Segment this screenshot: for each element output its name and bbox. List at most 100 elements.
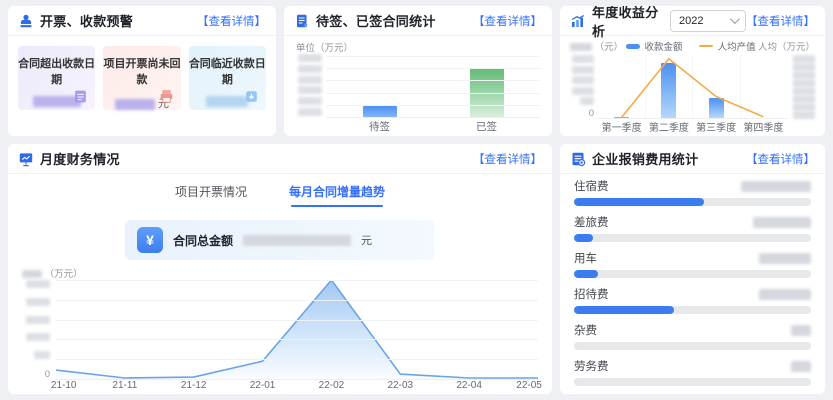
- expense-label: 劳务费: [574, 358, 609, 374]
- view-details-link[interactable]: 【查看详情】: [746, 151, 815, 167]
- x-label: 21-10: [51, 380, 77, 391]
- card-label: 项目开票尚未回款: [103, 55, 180, 87]
- contracts-chart: 单位（万元） 待签 已签: [284, 36, 552, 136]
- panel-header: 企业报销费用统计 【查看详情】: [560, 144, 825, 174]
- panel-header: 待签、已签合同统计 【查看详情】: [284, 6, 552, 36]
- panel-annual-analysis: 年度收益分析 2022 【查看详情】 （元） 收款金额 人均产值 人均（万元）: [560, 6, 825, 136]
- expense-bar-fill: [574, 306, 674, 314]
- expense-row: 住宿费: [574, 179, 811, 206]
- expense-row: 劳务费: [574, 359, 811, 386]
- x-label: 已签: [433, 119, 540, 134]
- expense-bar-track: [574, 270, 811, 278]
- tab-project-invoicing[interactable]: 项目开票情况: [175, 183, 247, 207]
- expense-label: 差旅费: [574, 214, 609, 230]
- origin-label: 0: [45, 369, 50, 380]
- contract-total-card: ¥ 合同总金额 元: [125, 220, 435, 260]
- download-icon: [243, 88, 260, 105]
- legend-item-bar: 收款金额: [626, 39, 683, 53]
- card-contract-overdue: 合同超出收款日期: [18, 46, 95, 110]
- printer-icon: [158, 88, 175, 105]
- x-label: 22-01: [250, 380, 276, 391]
- panel-expense-stats: 企业报销费用统计 【查看详情】 住宿费差旅费用车招待费杂费劳务费通讯费租车费: [560, 144, 825, 394]
- x-label: 第一季度: [598, 119, 645, 134]
- plot-area: [56, 280, 538, 380]
- origin-label: 0: [589, 108, 594, 119]
- card-invoiced-unpaid: 项目开票尚未回款 元: [103, 46, 180, 110]
- bar-column: [326, 56, 433, 117]
- area-series: [56, 280, 538, 379]
- bar-pending: [363, 106, 397, 117]
- bar-chart-icon: [570, 13, 586, 29]
- expense-bar-track: [574, 198, 811, 206]
- tab-bar: 项目开票情况 每月合同增量趋势: [8, 174, 552, 207]
- expense-label: 杂费: [574, 322, 597, 338]
- line-series: [598, 55, 787, 118]
- stamp-icon: [18, 13, 34, 29]
- expense-value-redacted: [753, 217, 811, 228]
- card-contract-due-soon: 合同临近收款日期: [189, 46, 266, 110]
- y-axis-ticks-redacted: [296, 54, 322, 116]
- expense-bar-track: [574, 306, 811, 314]
- x-axis-labels: 待签 已签: [326, 118, 540, 134]
- expense-label: 招待费: [574, 286, 609, 302]
- tab-monthly-contract-trend[interactable]: 每月合同增量趋势: [289, 183, 385, 207]
- expense-label: 用车: [574, 250, 597, 266]
- annual-chart: 0 第一季度 第二季度 第三季度 第四季度: [560, 53, 825, 136]
- summary-row: ¥ 合同总金额 元: [8, 220, 552, 260]
- expense-bar-fill: [574, 270, 598, 278]
- expense-bar-fill: [574, 234, 593, 242]
- left-axis-unit: （元）: [570, 39, 623, 53]
- card-label: 合同临近收款日期: [189, 55, 266, 87]
- expense-row: 用车: [574, 251, 811, 278]
- panel-invoice-warning: 开票、收款预警 【查看详情】 合同超出收款日期 项目开票尚未回款 元: [8, 6, 276, 136]
- right-axis-unit: 人均（万元）: [758, 39, 815, 53]
- panel-title: 待签、已签合同统计: [316, 11, 436, 30]
- card-label: 合同超出收款日期: [18, 55, 95, 87]
- panel-title: 企业报销费用统计: [592, 149, 698, 168]
- expense-bar-track: [574, 234, 811, 242]
- legend: 收款金额 人均产值: [626, 39, 756, 53]
- view-details-link[interactable]: 【查看详情】: [197, 13, 266, 29]
- view-details-link[interactable]: 【查看详情】: [473, 151, 542, 167]
- panel-header: 开票、收款预警 【查看详情】: [8, 6, 276, 36]
- legend-line-swatch: [699, 45, 713, 47]
- panel-title: 年度收益分析: [592, 6, 660, 40]
- panel-header: 月度财务情况 【查看详情】: [8, 144, 552, 174]
- panel-monthly-finance: 月度财务情况 【查看详情】 项目开票情况 每月合同增量趋势 ¥ 合同总金额 元 …: [8, 144, 552, 394]
- view-details-link[interactable]: 【查看详情】: [746, 13, 815, 29]
- list-gear-icon: [570, 151, 586, 167]
- bar-column: [433, 56, 540, 117]
- panel-header: 年度收益分析 2022 【查看详情】: [560, 6, 825, 36]
- expense-bar-track: [574, 342, 811, 350]
- expense-list: 住宿费差旅费用车招待费杂费劳务费通讯费租车费: [560, 174, 825, 394]
- summary-suffix: 元: [361, 232, 372, 248]
- x-label: 21-11: [112, 380, 137, 391]
- x-label: 22-05: [516, 380, 542, 391]
- summary-label: 合同总金额: [173, 232, 233, 249]
- legend-item-line: 人均产值: [699, 39, 756, 53]
- monthly-area-chart: （万元） 0: [22, 266, 538, 394]
- view-details-link[interactable]: 【查看详情】: [473, 13, 542, 29]
- yuan-icon: ¥: [137, 227, 163, 253]
- summary-value-redacted: [243, 235, 351, 246]
- x-label: 22-03: [387, 380, 413, 391]
- contract-icon: [294, 13, 310, 29]
- year-select[interactable]: 2022: [670, 10, 746, 32]
- expense-value-redacted: [741, 181, 811, 192]
- x-label: 22-02: [319, 380, 345, 391]
- x-label: 第四季度: [740, 119, 787, 134]
- x-axis-labels: 第一季度 第二季度 第三季度 第四季度: [598, 119, 787, 134]
- chart-legend-row: （元） 收款金额 人均产值 人均（万元）: [560, 36, 825, 53]
- warning-cards: 合同超出收款日期 项目开票尚未回款 元 合同临近收款日期: [8, 36, 276, 120]
- expense-value-redacted: [791, 361, 811, 372]
- y-axis-ticks-redacted: 0: [22, 280, 50, 380]
- x-label: 第二季度: [645, 119, 692, 134]
- expense-bar-track: [574, 378, 811, 386]
- y-axis-unit: 单位（万元）: [296, 40, 540, 54]
- x-axis-labels: 21-1021-1121-1222-0122-0222-0322-0422-05: [56, 380, 538, 394]
- left-axis-ticks-redacted: 0: [570, 55, 598, 119]
- plot-area: [326, 56, 540, 118]
- panel-contract-stats: 待签、已签合同统计 【查看详情】 单位（万元）: [284, 6, 552, 136]
- expense-value-redacted: [759, 289, 811, 300]
- expense-bar-fill: [574, 198, 704, 206]
